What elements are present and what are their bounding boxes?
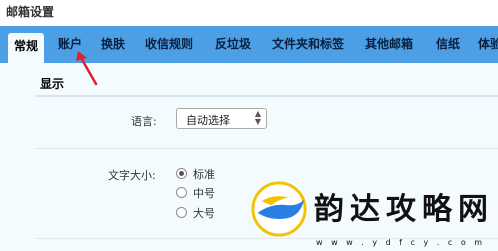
window-title-bar: 邮箱设置: [0, 0, 498, 26]
font-size-large-radio[interactable]: [176, 207, 187, 218]
tab-general[interactable]: 常规: [8, 33, 45, 63]
font-size-medium-label: 中号: [193, 187, 215, 200]
tab-anti-spam[interactable]: 反垃圾: [215, 26, 251, 63]
window-title: 邮箱设置: [6, 5, 55, 19]
watermark-url: w w w . y d f c y . c o m: [316, 238, 486, 247]
font-size-standard-label: 标准: [193, 168, 215, 181]
font-size-standard-radio[interactable]: [176, 168, 187, 179]
red-arrow-icon: [76, 51, 98, 86]
watermark: 韵达攻略网 w w w . y d f c y . c o m: [246, 178, 498, 251]
font-size-label: 文字大小:: [108, 169, 156, 182]
updown-caret-icon: ▲ ▼: [254, 109, 262, 126]
font-size-medium-radio[interactable]: [176, 187, 187, 198]
section-divider: [35, 95, 498, 97]
language-label: 语言:: [131, 115, 157, 128]
tab-skin[interactable]: 换肤: [101, 26, 125, 63]
tab-mail-rules[interactable]: 收信规则: [145, 26, 193, 63]
row-divider: [35, 148, 498, 149]
watermark-title: 韵达攻略网: [314, 192, 494, 227]
tab-other-mailboxes[interactable]: 其他邮箱: [365, 26, 413, 63]
tab-experience[interactable]: 体验: [478, 26, 498, 63]
display-section-heading: 显示: [40, 77, 65, 91]
language-select-value: 自动选择: [186, 114, 230, 127]
yunda-logo-icon: [251, 181, 307, 237]
tab-folders-labels[interactable]: 文件夹和标签: [272, 26, 344, 63]
language-select[interactable]: 自动选择 ▲ ▼: [176, 108, 267, 129]
font-size-large-label: 大号: [193, 207, 215, 220]
tab-stationery[interactable]: 信纸: [436, 26, 460, 63]
